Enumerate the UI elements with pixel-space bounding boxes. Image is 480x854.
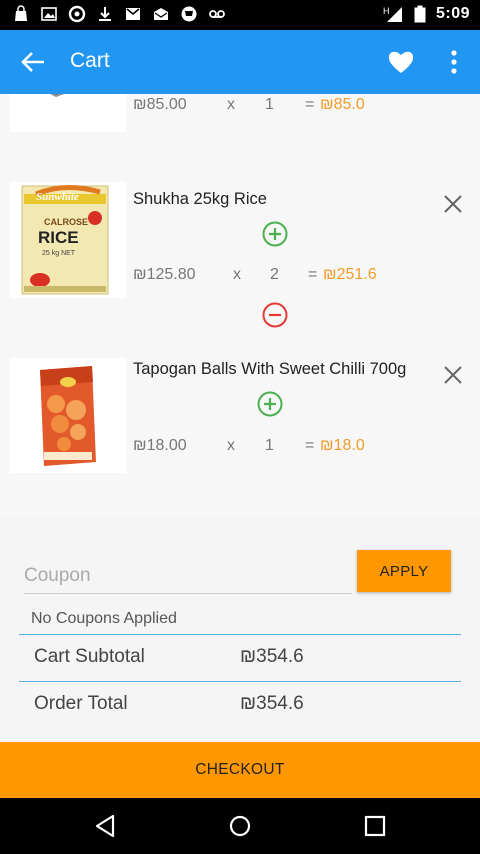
cart-notification-icon <box>181 6 197 22</box>
divider <box>19 681 461 682</box>
order-total-value: ₪354.6 <box>240 693 304 714</box>
equals-sign: = <box>308 266 318 283</box>
circle-app-icon <box>68 5 86 23</box>
svg-text:CALROSE: CALROSE <box>44 217 88 227</box>
battery-icon <box>414 5 426 23</box>
quantity: 2 <box>270 266 279 283</box>
line-total: ₪251.6 <box>323 266 377 283</box>
email-icon <box>154 8 168 20</box>
svg-text:25 kg NET: 25 kg NET <box>42 250 76 257</box>
quantity: 1 <box>265 437 274 454</box>
coupon-status: No Coupons Applied <box>31 610 177 627</box>
multiply-sign: x <box>233 266 241 283</box>
subtotal-value: ₪354.6 <box>240 646 304 667</box>
back-nav-icon[interactable] <box>91 812 119 840</box>
download-icon <box>99 7 111 21</box>
product-image <box>50 94 65 98</box>
shopping-bag-icon <box>15 5 27 21</box>
status-bar: H 5:09 <box>0 0 480 30</box>
coupon-and-summary: APPLY No Coupons Applied Cart Subtotal ₪… <box>0 518 480 742</box>
snack-bag-image <box>40 366 96 466</box>
navigation-bar <box>0 798 480 854</box>
product-name: Shukha 25kg Rice <box>133 190 267 208</box>
multiply-sign: x <box>227 96 235 113</box>
page-title: Cart <box>70 49 110 72</box>
status-time: 5:09 <box>435 5 470 22</box>
equals-sign: = <box>305 96 315 113</box>
voicemail-icon <box>209 10 225 18</box>
signal-icon: H <box>383 6 402 22</box>
svg-text:Sunwhite: Sunwhite <box>36 191 79 203</box>
order-total-label: Order Total <box>34 693 128 714</box>
product-thumbnail[interactable] <box>10 94 126 132</box>
product-name: Tapogan Balls With Sweet Chilli 700g <box>133 360 407 378</box>
remove-item-icon[interactable] <box>442 193 464 215</box>
quantity: 1 <box>265 96 274 113</box>
line-total: ₪85.0 <box>320 96 365 113</box>
cart-content: ₪85.00 x 1 = ₪85.0 Sunwhite CALROSE RICE… <box>0 94 480 742</box>
price-row: ₪125.80 x 2 = ₪251.6 <box>133 266 433 288</box>
unit-price: ₪125.80 <box>133 266 196 283</box>
apply-coupon-button[interactable]: APPLY <box>357 550 451 592</box>
decrease-quantity-icon[interactable] <box>262 302 288 328</box>
price-row: ₪18.00 x 1 = ₪18.0 <box>133 437 433 459</box>
coupon-input[interactable] <box>24 558 352 594</box>
notification-icons <box>12 5 226 23</box>
gmail-icon <box>126 8 140 20</box>
line-total: ₪18.0 <box>320 437 365 454</box>
unit-price: ₪85.00 <box>133 96 187 113</box>
rice-bag-image: Sunwhite CALROSE RICE 25 kg NET <box>21 184 109 295</box>
equals-sign: = <box>305 437 315 454</box>
divider <box>19 634 461 635</box>
svg-text:RICE: RICE <box>38 228 79 247</box>
home-nav-icon[interactable] <box>226 812 254 840</box>
system-status: H 5:09 <box>382 5 470 23</box>
favorites-heart-icon[interactable] <box>386 48 416 76</box>
app-bar: Cart <box>0 30 480 94</box>
back-arrow-icon[interactable] <box>18 48 48 76</box>
unit-price: ₪18.00 <box>133 437 187 454</box>
svg-text:H: H <box>383 6 390 16</box>
price-row: ₪85.00 x 1 = ₪85.0 <box>133 96 433 118</box>
image-icon <box>41 7 57 21</box>
product-thumbnail[interactable]: Sunwhite CALROSE RICE 25 kg NET <box>10 182 126 298</box>
subtotal-label: Cart Subtotal <box>34 646 145 667</box>
remove-item-icon[interactable] <box>442 364 464 386</box>
recents-nav-icon[interactable] <box>361 812 389 840</box>
multiply-sign: x <box>227 437 235 454</box>
increase-quantity-icon[interactable] <box>257 391 283 417</box>
product-thumbnail[interactable] <box>10 358 126 473</box>
checkout-button[interactable]: CHECKOUT <box>0 742 480 798</box>
more-options-icon[interactable] <box>444 46 464 78</box>
increase-quantity-icon[interactable] <box>262 221 288 247</box>
cart-items-list[interactable]: ₪85.00 x 1 = ₪85.0 Sunwhite CALROSE RICE… <box>0 94 480 518</box>
